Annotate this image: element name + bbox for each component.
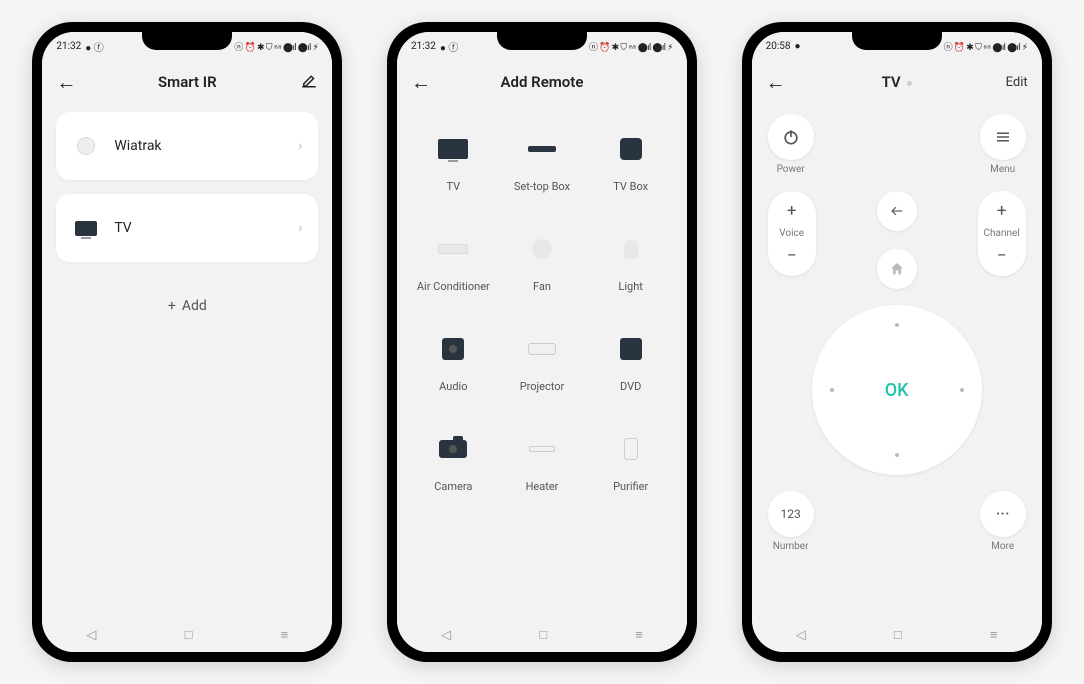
device-label: Wiatrak (114, 138, 298, 154)
remote-type-projector[interactable]: Projector (500, 322, 585, 412)
tv-icon (432, 128, 474, 170)
nav-back-icon[interactable]: ◁ (441, 628, 451, 643)
channel-label: Channel (984, 225, 1020, 242)
remote-type-camera[interactable]: Camera (411, 422, 496, 512)
remote-type-heater[interactable]: Heater (500, 422, 585, 512)
phone-smart-ir: 21:32 ● ⓕ ⓝ ⏰ ✱ ⛉ 𝌂 ⬤ıl ⬤ıl ⚡︎ ← Smart I… (32, 22, 342, 662)
device-label: TV (114, 220, 298, 236)
phone-notch (142, 32, 232, 50)
nav-header: ← Smart IR (42, 60, 332, 104)
phone-notch (497, 32, 587, 50)
ok-button[interactable]: OK (885, 380, 909, 401)
channel-rocker: + Channel − (978, 191, 1026, 276)
remote-type-settopbox[interactable]: Set-top Box (500, 122, 585, 212)
voice-label: Voice (779, 225, 804, 242)
audio-icon (432, 328, 474, 370)
dpad-up-button[interactable] (895, 323, 899, 327)
status-time: 21:32 (56, 41, 81, 52)
number-label: Number (773, 541, 809, 552)
menu-button[interactable] (980, 114, 1026, 160)
phone-tv-remote: 20:58 ● ⓝ ⏰ ✱ ⛉ 𝌂 ⬤ıl ⬤ıl ⚡︎ ← TV Edit P… (742, 22, 1052, 662)
remote-type-ac[interactable]: Air Conditioner (411, 222, 496, 312)
fan-icon (72, 132, 100, 160)
page-title: Smart IR (90, 73, 284, 91)
edit-icon[interactable] (300, 71, 318, 93)
fan-icon (521, 228, 563, 270)
status-left-icons: ● ⓕ (85, 39, 104, 54)
voice-down-button[interactable]: − (787, 242, 797, 270)
power-label: Power (777, 164, 805, 175)
chevron-right-icon: › (298, 138, 302, 154)
dpad-right-button[interactable] (960, 388, 964, 392)
page-title: TV (800, 73, 994, 91)
nav-recent-icon[interactable]: ≡ (990, 627, 998, 643)
channel-down-button[interactable]: − (997, 242, 1007, 270)
edit-button[interactable]: Edit (1006, 75, 1028, 90)
camera-icon (432, 428, 474, 470)
nav-footer: ◁ □ ≡ (397, 618, 687, 652)
back-icon[interactable]: ← (766, 70, 786, 95)
nav-footer: ◁ □ ≡ (752, 618, 1042, 652)
remote-type-purifier[interactable]: Purifier (588, 422, 673, 512)
dvd-icon (610, 328, 652, 370)
voice-rocker: + Voice − (768, 191, 816, 276)
status-dot-icon (907, 81, 912, 86)
phone-add-remote: 21:32 ● ⓕ ⓝ ⏰ ✱ ⛉ 𝌂 ⬤ıl ⬤ıl ⚡︎ ← Add Rem… (387, 22, 697, 662)
number-button[interactable]: 123 (768, 491, 814, 537)
device-card-tv[interactable]: TV › (56, 194, 318, 262)
phone-notch (852, 32, 942, 50)
remote-type-dvd[interactable]: DVD (588, 322, 673, 412)
dpad-left-button[interactable] (830, 388, 834, 392)
nav-recent-icon[interactable]: ≡ (635, 627, 643, 643)
more-label: More (991, 541, 1014, 552)
home-button[interactable] (877, 249, 917, 289)
remote-type-tvbox[interactable]: TV Box (588, 122, 673, 212)
remote-type-fan[interactable]: Fan (500, 222, 585, 312)
purifier-icon (610, 428, 652, 470)
status-right-icons: ⓝ ⏰ ✱ ⛉ 𝌂 ⬤ıl ⬤ıl ⚡︎ (589, 40, 673, 53)
tv-icon (72, 214, 100, 242)
status-left-icons: ● ⓕ (440, 39, 459, 54)
back-button[interactable] (877, 191, 917, 231)
menu-label: Menu (990, 164, 1015, 175)
status-left-icons: ● (795, 41, 801, 52)
heater-icon (521, 428, 563, 470)
nav-back-icon[interactable]: ◁ (86, 628, 96, 643)
nav-back-icon[interactable]: ◁ (796, 628, 806, 643)
status-time: 20:58 (766, 41, 791, 52)
nav-home-icon[interactable]: □ (539, 627, 547, 643)
status-time: 21:32 (411, 41, 436, 52)
light-icon (610, 228, 652, 270)
power-button[interactable] (768, 114, 814, 160)
nav-home-icon[interactable]: □ (894, 627, 902, 643)
tvbox-icon (610, 128, 652, 170)
chevron-right-icon: › (298, 220, 302, 236)
dpad-down-button[interactable] (895, 453, 899, 457)
plus-icon: + (168, 298, 176, 314)
remote-type-tv[interactable]: TV (411, 122, 496, 212)
device-card-wiatrak[interactable]: Wiatrak › (56, 112, 318, 180)
voice-up-button[interactable]: + (787, 197, 797, 225)
nav-header: ← Add Remote (397, 60, 687, 104)
dpad: OK (812, 305, 982, 475)
remote-type-light[interactable]: Light (588, 222, 673, 312)
nav-header: ← TV Edit (752, 60, 1042, 104)
page-title: Add Remote (445, 73, 639, 91)
ac-icon (432, 228, 474, 270)
projector-icon (521, 328, 563, 370)
settopbox-icon (521, 128, 563, 170)
back-icon[interactable]: ← (411, 70, 431, 95)
nav-footer: ◁ □ ≡ (42, 618, 332, 652)
channel-up-button[interactable]: + (997, 197, 1007, 225)
nav-home-icon[interactable]: □ (185, 627, 193, 643)
nav-recent-icon[interactable]: ≡ (281, 627, 289, 643)
status-right-icons: ⓝ ⏰ ✱ ⛉ 𝌂 ⬤ıl ⬤ıl ⚡︎ (944, 40, 1028, 53)
remote-type-audio[interactable]: Audio (411, 322, 496, 412)
add-button[interactable]: + Add (56, 276, 318, 336)
more-button[interactable]: ··· (980, 491, 1026, 537)
status-right-icons: ⓝ ⏰ ✱ ⛉ 𝌂 ⬤ıl ⬤ıl ⚡︎ (234, 40, 318, 53)
add-label: Add (182, 298, 207, 314)
back-icon[interactable]: ← (56, 70, 76, 95)
